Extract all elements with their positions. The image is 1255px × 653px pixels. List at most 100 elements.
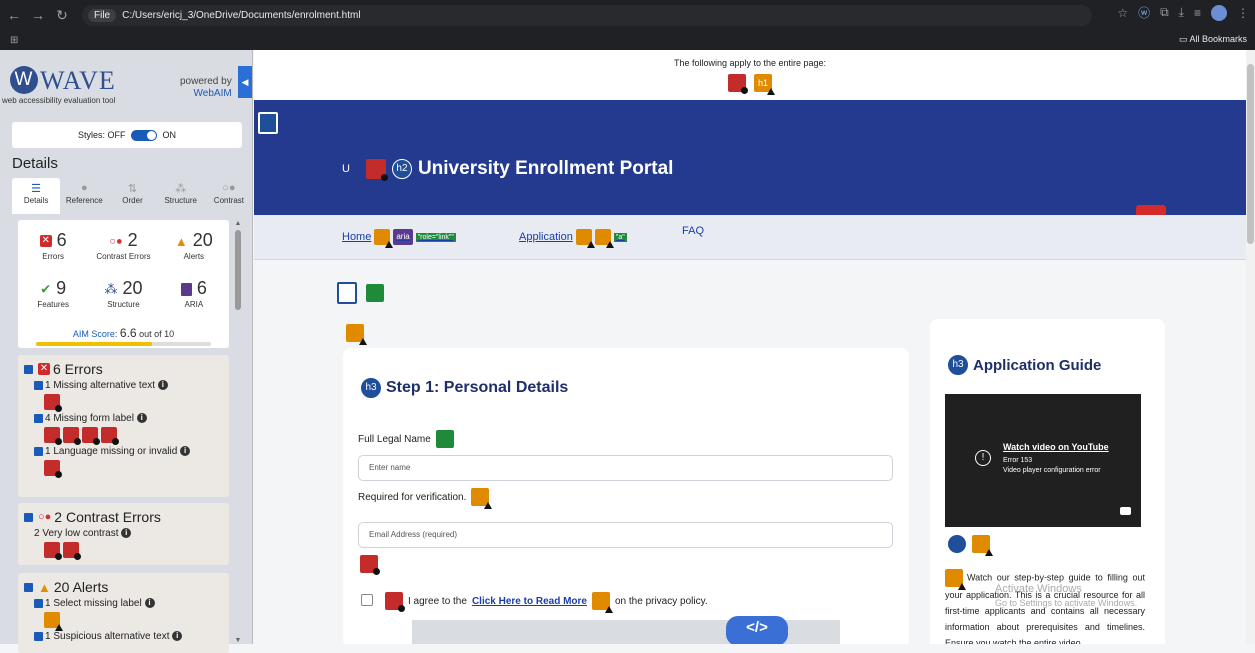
download-icon[interactable]: ⤓ — [1179, 5, 1184, 20]
email-input[interactable]: Email Address (required) — [358, 522, 893, 548]
contrast-summary[interactable]: ○● 2 Contrast Errors — [88, 230, 158, 261]
reading-list-icon[interactable]: ≡ — [1194, 6, 1201, 20]
main-region-icon[interactable] — [337, 282, 357, 304]
missing-label-icon[interactable] — [82, 427, 100, 445]
missing-alt-image-icon[interactable] — [365, 159, 388, 181]
suspicious-link-icon[interactable] — [374, 229, 394, 248]
structure-icon: ⁂ — [175, 183, 187, 195]
info-icon[interactable]: i — [136, 413, 147, 424]
youtube-video-alert-icon[interactable] — [972, 535, 993, 556]
header-region-icon[interactable] — [258, 112, 278, 134]
personal-details-card: h3 Step 1: Personal Details Full Legal N… — [343, 348, 909, 644]
item-checkbox[interactable] — [34, 631, 43, 641]
missing-alt-icon[interactable] — [44, 394, 62, 412]
profile-avatar[interactable] — [1211, 4, 1227, 21]
item-checkbox[interactable] — [34, 380, 43, 390]
privacy-checkbox[interactable] — [361, 594, 373, 606]
suspicious-link-icon[interactable] — [591, 592, 613, 613]
redundant-link-icon[interactable] — [471, 488, 493, 509]
missing-label-icon[interactable] — [63, 427, 81, 445]
scroll-up-icon[interactable]: ▲ — [233, 220, 243, 227]
item-checkbox[interactable] — [34, 413, 43, 423]
page-scrollbar[interactable] — [1246, 50, 1255, 644]
h3-icon[interactable]: h3 — [948, 355, 968, 375]
styles-toggle[interactable] — [131, 130, 158, 142]
collapse-sidebar-button[interactable]: ◀ — [238, 66, 252, 98]
item-checkbox[interactable] — [34, 446, 43, 456]
layout-table-alert-icon[interactable] — [346, 324, 367, 345]
wave-extension-icon[interactable]: ⓦ — [1138, 4, 1150, 21]
h3-icon[interactable]: h3 — [361, 378, 381, 398]
nav-item-application[interactable]: Application "a" — [519, 229, 627, 248]
tab-details[interactable]: ☰ Details — [12, 178, 61, 214]
nav-item-home[interactable]: Home aria "role="link"" — [342, 229, 456, 248]
select-missing-label-icon[interactable] — [44, 612, 63, 631]
form-label-icon[interactable] — [435, 430, 454, 448]
info-icon[interactable]: i — [157, 380, 168, 391]
iframe-icon[interactable] — [948, 535, 966, 553]
layout-alert-icon[interactable] — [945, 569, 966, 590]
missing-label-icon[interactable] — [360, 555, 380, 575]
youtube-icon[interactable] — [1120, 507, 1131, 515]
aim-score-link[interactable]: AIM Score — [73, 329, 115, 339]
accesskey-alert-icon[interactable] — [594, 229, 614, 248]
errors-summary[interactable]: ✕ 6 Errors — [18, 230, 88, 261]
guide-heading: h3 Application Guide — [948, 355, 1101, 375]
name-input[interactable]: Enter name — [358, 455, 893, 481]
low-contrast-icon[interactable] — [44, 542, 62, 560]
tab-reference[interactable]: ● Reference — [60, 178, 108, 214]
webaim-link[interactable]: WebAIM — [194, 88, 232, 99]
forward-icon[interactable]: → — [28, 7, 48, 23]
item-checkbox[interactable] — [34, 598, 43, 608]
structure-summary[interactable]: ⁂ 20 Structure — [88, 278, 158, 309]
nav-item-faq[interactable]: FAQ — [682, 225, 704, 237]
read-more-link[interactable]: Click Here to Read More — [472, 596, 587, 607]
info-icon[interactable]: i — [144, 598, 155, 609]
reference-icon: ● — [80, 182, 88, 194]
language-missing-icon[interactable] — [44, 460, 62, 478]
missing-label-icon[interactable] — [385, 592, 405, 612]
features-label: Features — [37, 300, 69, 309]
banner-heading: U h2 University Enrollment Portal — [342, 158, 673, 181]
wave-tabs: ☰ Details ● Reference ⇅ Order ⁂ Structure ○●… — [12, 178, 253, 214]
video-player[interactable]: ! Watch video on YouTube Error 153 Video … — [945, 394, 1141, 527]
back-icon[interactable]: ← — [4, 7, 24, 23]
language-error-icon[interactable] — [728, 74, 748, 94]
menu-icon[interactable]: ⋮ — [1237, 6, 1249, 20]
errors-checkbox[interactable] — [24, 364, 33, 374]
missing-label-icon[interactable] — [101, 427, 119, 445]
code-button[interactable]: </> — [726, 616, 788, 644]
tab-contrast[interactable]: ○● Contrast — [205, 178, 253, 214]
suspicious-link-icon[interactable] — [575, 229, 595, 248]
alerts-checkbox[interactable] — [24, 582, 33, 592]
aria-summary[interactable]: 6 ARIA — [159, 278, 229, 309]
file-chip[interactable]: File — [88, 9, 117, 22]
reload-icon[interactable]: ↻ — [52, 7, 72, 24]
tab-order[interactable]: ⇅ Order — [108, 178, 156, 214]
info-icon[interactable]: i — [172, 631, 183, 642]
bookmark-star-icon[interactable]: ☆ — [1117, 6, 1128, 20]
apps-icon[interactable]: ⊞ — [10, 35, 18, 46]
page-scroll-thumb[interactable] — [1247, 64, 1254, 244]
skip-link-icon[interactable] — [366, 284, 384, 302]
alerts-summary[interactable]: ▲ 20 Alerts — [159, 230, 229, 261]
address-bar[interactable]: File C:/Users/ericj_3/OneDrive/Documents… — [82, 5, 1092, 26]
summary-row: ✕ 6 Errors ○● 2 Contrast Errors ▲ 20 Ale… — [18, 230, 229, 261]
h1-missing-alert-icon[interactable]: h1 — [754, 74, 775, 95]
extensions-icon[interactable]: ⧉ — [1160, 5, 1169, 20]
scroll-down-icon[interactable]: ▼ — [233, 637, 243, 644]
tab-structure[interactable]: ⁂ Structure — [157, 178, 205, 214]
all-bookmarks[interactable]: ▭ All Bookmarks — [1179, 34, 1247, 45]
sidebar-scrollbar[interactable]: ▲ ▼ — [233, 220, 243, 644]
contrast-checkbox[interactable] — [24, 512, 33, 522]
youtube-link[interactable]: Watch video on YouTube — [1003, 442, 1109, 452]
low-contrast-icon[interactable] — [63, 542, 81, 560]
info-icon[interactable]: i — [121, 528, 132, 539]
h2-icon[interactable]: h2 — [391, 159, 412, 179]
info-icon[interactable]: i — [180, 446, 191, 457]
features-summary[interactable]: ✔ 9 Features — [18, 278, 88, 309]
aria-badge-icon[interactable]: aria — [393, 229, 413, 245]
missing-label-icon[interactable] — [44, 427, 62, 445]
anchor-tag: "a" — [613, 232, 627, 242]
sidebar-scroll-thumb[interactable] — [235, 230, 241, 310]
